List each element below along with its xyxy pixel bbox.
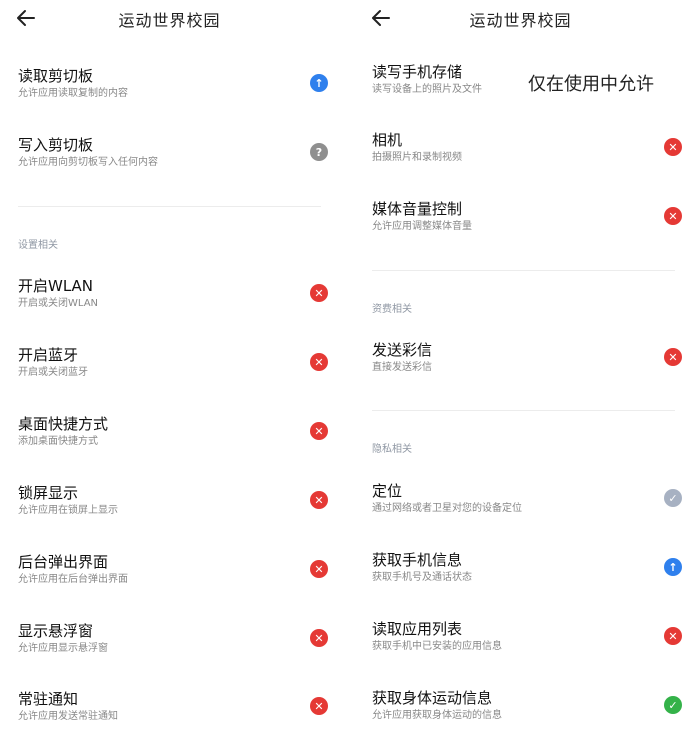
permission-row-location[interactable]: 定位 通过网络或者卫星对您的设备定位 ✓ bbox=[372, 481, 682, 531]
allow-while-in-use-note: 仅在使用中允许 bbox=[528, 74, 654, 95]
permission-desc: 获取手机中已安装的应用信息 bbox=[372, 641, 502, 652]
deny-status-icon[interactable]: ✕ bbox=[310, 422, 328, 440]
deny-status-icon[interactable]: ✕ bbox=[310, 697, 328, 715]
permission-desc: 允许应用调整媒体音量 bbox=[372, 221, 472, 232]
permission-row-phone-info[interactable]: 获取手机信息 获取手机号及通话状态 ↑ bbox=[372, 550, 682, 600]
permission-title: 开启WLAN bbox=[18, 277, 94, 295]
deny-status-icon[interactable]: ✕ bbox=[310, 629, 328, 647]
permission-title: 读取剪切板 bbox=[18, 67, 94, 85]
allow-status-icon[interactable]: ✓ bbox=[664, 696, 682, 714]
section-divider bbox=[372, 410, 675, 411]
deny-status-icon[interactable]: ✕ bbox=[664, 627, 682, 645]
section-divider bbox=[372, 270, 675, 271]
section-divider bbox=[18, 206, 321, 207]
permission-desc: 开启或关闭WLAN bbox=[18, 298, 99, 309]
permission-title: 发送彩信 bbox=[372, 341, 433, 359]
permission-row-read-clipboard[interactable]: 读取剪切板 允许应用读取复制的内容 ↑ bbox=[18, 66, 328, 116]
permission-row-wlan[interactable]: 开启WLAN 开启或关闭WLAN ✕ bbox=[18, 276, 328, 326]
permission-row-persistent-notification[interactable]: 常驻通知 允许应用发送常驻通知 ✕ bbox=[18, 689, 328, 729]
permission-desc: 拍摄照片和录制视频 bbox=[372, 152, 462, 163]
permission-row-send-mms[interactable]: 发送彩信 直接发送彩信 ✕ bbox=[372, 340, 682, 390]
permission-desc: 允许应用在后台弹出界面 bbox=[18, 574, 128, 585]
section-label-settings: 设置相关 bbox=[18, 240, 58, 251]
info-status-icon[interactable]: ↑ bbox=[664, 558, 682, 576]
app-header: 运动世界校园 bbox=[351, 0, 690, 38]
permission-desc: 开启或关闭蓝牙 bbox=[18, 367, 88, 378]
permission-title: 开启蓝牙 bbox=[18, 346, 79, 364]
deny-status-icon[interactable]: ✕ bbox=[310, 560, 328, 578]
permission-title: 后台弹出界面 bbox=[18, 553, 109, 571]
deny-status-icon[interactable]: ✕ bbox=[310, 353, 328, 371]
pending-status-icon[interactable]: ✓ bbox=[664, 489, 682, 507]
permission-row-media-volume[interactable]: 媒体音量控制 允许应用调整媒体音量 ✕ bbox=[372, 199, 682, 249]
section-label-privacy: 隐私相关 bbox=[372, 444, 412, 455]
permission-row-shortcut[interactable]: 桌面快捷方式 添加桌面快捷方式 ✕ bbox=[18, 414, 328, 464]
permission-desc: 允许应用发送常驻通知 bbox=[18, 711, 118, 722]
left-permissions-screen: 运动世界校园 读取剪切板 允许应用读取复制的内容 ↑ 写入剪切板 允许应用向剪切… bbox=[0, 0, 339, 729]
page-title: 运动世界校园 bbox=[118, 11, 221, 30]
permission-title: 相机 bbox=[372, 131, 403, 149]
ask-status-icon[interactable]: ? bbox=[310, 143, 328, 161]
permission-desc: 允许应用向剪切板写入任何内容 bbox=[18, 157, 158, 168]
deny-status-icon[interactable]: ✕ bbox=[310, 491, 328, 509]
permission-desc: 允许应用获取身体运动的信息 bbox=[372, 710, 502, 721]
right-permissions-screen: 运动世界校园 读写手机存储 读写设备上的照片及文件 相机 拍摄照片和录制视频 ✕… bbox=[351, 0, 690, 729]
deny-status-icon[interactable]: ✕ bbox=[664, 348, 682, 366]
permission-desc: 允许应用在锁屏上显示 bbox=[18, 505, 118, 516]
deny-status-icon[interactable]: ✕ bbox=[664, 207, 682, 225]
permission-title: 常驻通知 bbox=[18, 690, 79, 708]
permission-title: 写入剪切板 bbox=[18, 136, 94, 154]
permission-desc: 通过网络或者卫星对您的设备定位 bbox=[372, 503, 522, 514]
permission-title: 获取身体运动信息 bbox=[372, 689, 493, 707]
section-label-fees: 资费相关 bbox=[372, 304, 412, 315]
info-status-icon[interactable]: ↑ bbox=[310, 74, 328, 92]
permission-row-camera[interactable]: 相机 拍摄照片和录制视频 ✕ bbox=[372, 130, 682, 180]
permission-title: 显示悬浮窗 bbox=[18, 622, 94, 640]
permission-desc: 获取手机号及通话状态 bbox=[372, 572, 472, 583]
deny-status-icon[interactable]: ✕ bbox=[664, 138, 682, 156]
permission-title: 媒体音量控制 bbox=[372, 200, 463, 218]
permission-desc: 添加桌面快捷方式 bbox=[18, 436, 98, 447]
permission-row-background-popup[interactable]: 后台弹出界面 允许应用在后台弹出界面 ✕ bbox=[18, 552, 328, 602]
permission-row-app-list[interactable]: 读取应用列表 获取手机中已安装的应用信息 ✕ bbox=[372, 619, 682, 669]
app-header: 运动世界校园 bbox=[0, 0, 339, 38]
permission-desc: 直接发送彩信 bbox=[372, 362, 432, 373]
permission-title: 桌面快捷方式 bbox=[18, 415, 109, 433]
permission-row-write-clipboard[interactable]: 写入剪切板 允许应用向剪切板写入任何内容 ? bbox=[18, 135, 328, 185]
permission-row-lockscreen[interactable]: 锁屏显示 允许应用在锁屏上显示 ✕ bbox=[18, 483, 328, 533]
permission-desc: 允许应用读取复制的内容 bbox=[18, 88, 128, 99]
permission-row-floating-window[interactable]: 显示悬浮窗 允许应用显示悬浮窗 ✕ bbox=[18, 621, 328, 671]
deny-status-icon[interactable]: ✕ bbox=[310, 284, 328, 302]
permission-title: 读取应用列表 bbox=[372, 620, 463, 638]
page-title: 运动世界校园 bbox=[469, 11, 572, 30]
permission-title: 获取手机信息 bbox=[372, 551, 463, 569]
permission-desc: 允许应用显示悬浮窗 bbox=[18, 643, 108, 654]
permission-title: 锁屏显示 bbox=[18, 484, 79, 502]
permission-row-body-motion[interactable]: 获取身体运动信息 允许应用获取身体运动的信息 ✓ bbox=[372, 688, 682, 729]
permission-row-bluetooth[interactable]: 开启蓝牙 开启或关闭蓝牙 ✕ bbox=[18, 345, 328, 395]
permission-title: 定位 bbox=[372, 482, 403, 500]
